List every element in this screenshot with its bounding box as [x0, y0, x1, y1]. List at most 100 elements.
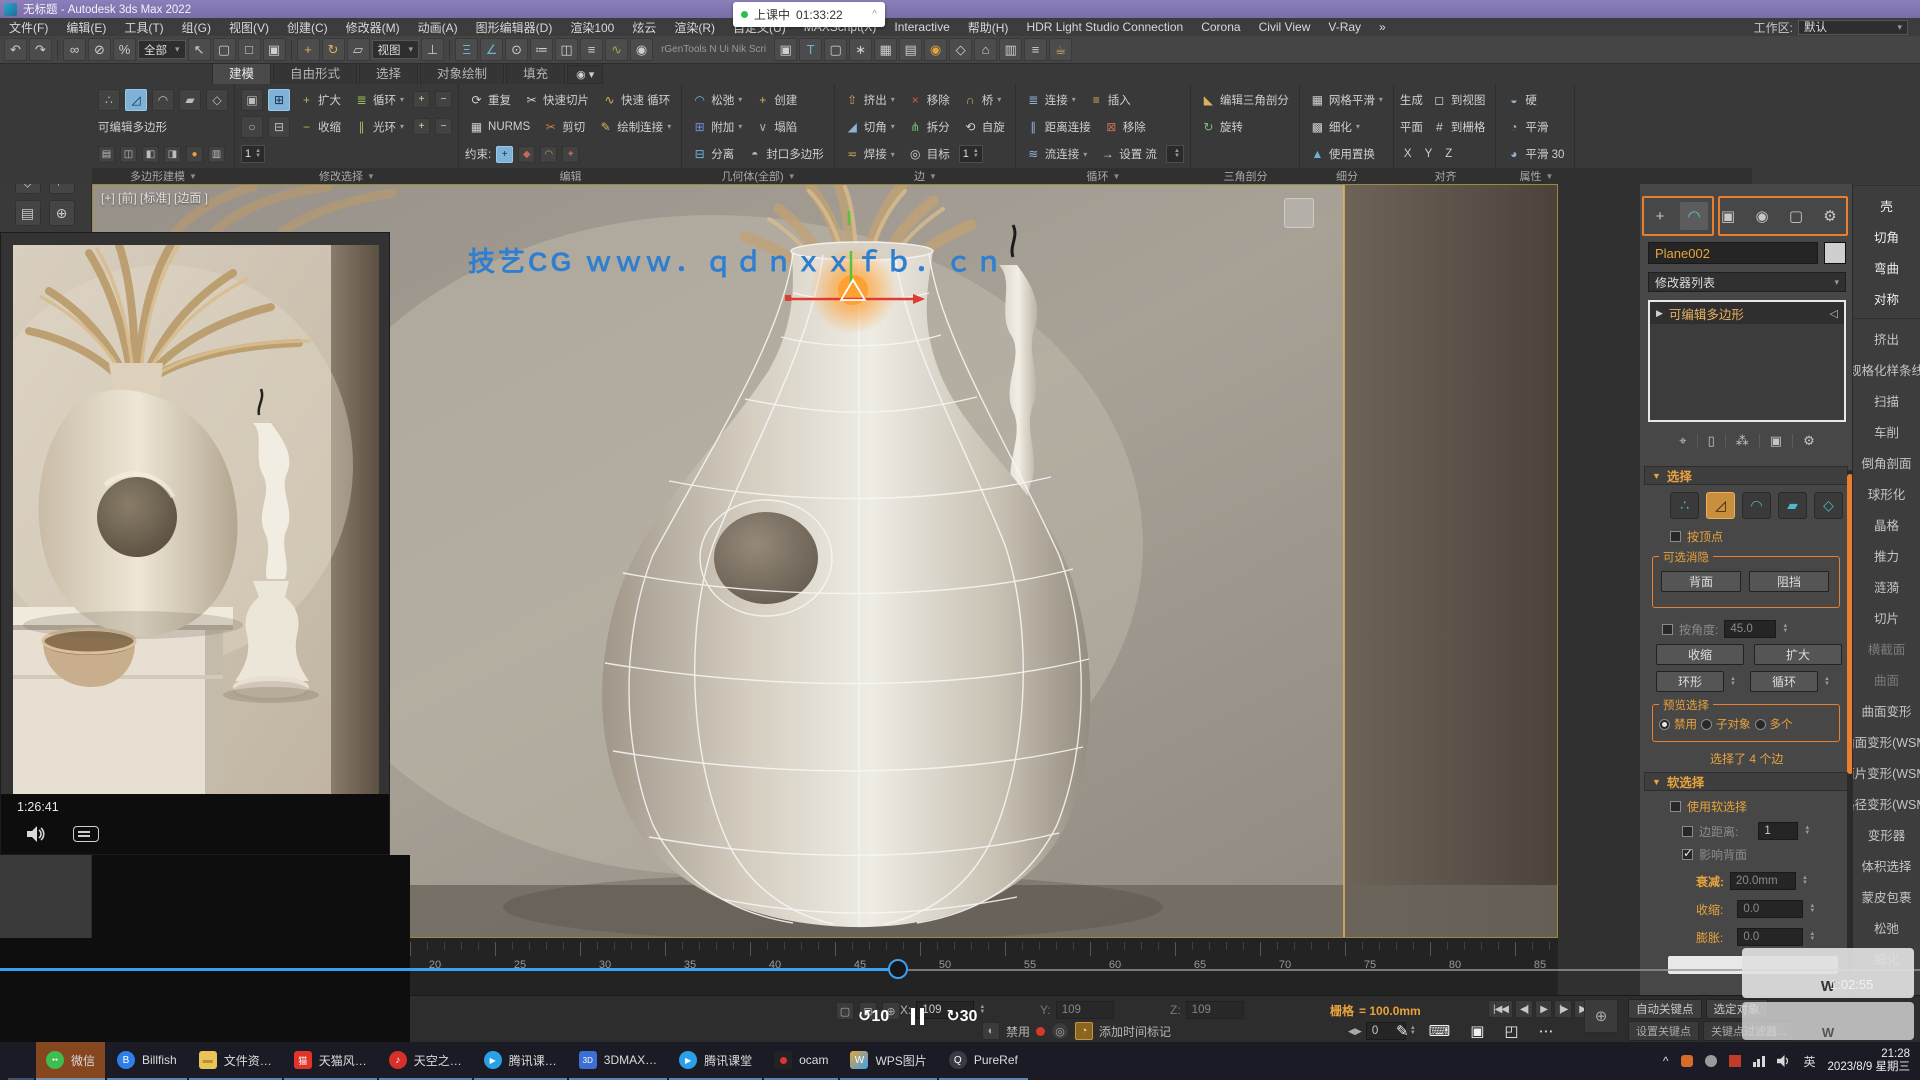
- toolbar-icon[interactable]: ▢: [213, 38, 236, 61]
- skip-forward-button[interactable]: ↻30: [946, 1006, 977, 1026]
- taskbar-item-tencent[interactable]: ▶腾讯课…: [474, 1042, 567, 1080]
- ribbon-group-label[interactable]: 边▼: [835, 168, 1016, 184]
- tray-mic-icon[interactable]: [1705, 1055, 1717, 1067]
- ribbon-group-label[interactable]: 属性▼: [1497, 168, 1576, 184]
- taskbar-item-billfish[interactable]: BBillfish: [107, 1042, 187, 1080]
- toolbar-icon[interactable]: ▣: [263, 38, 286, 61]
- playback-button[interactable]: |▶: [1554, 1000, 1572, 1018]
- modifier-strip-item[interactable]: 横截面: [1853, 633, 1920, 664]
- tessellate-button[interactable]: ▩细化▾: [1306, 115, 1364, 138]
- ribbon-group-label[interactable]: 多边形建模▼: [92, 168, 235, 184]
- modifier-strip-item[interactable]: 车削: [1853, 416, 1920, 447]
- toolbar-icon[interactable]: T: [799, 38, 822, 61]
- statusbar-icon[interactable]: ▢: [836, 1002, 854, 1020]
- loop-plus-icon[interactable]: +: [413, 91, 430, 108]
- flow-spinner[interactable]: ▲▼: [1166, 145, 1184, 163]
- taskbar-item-wechat[interactable]: ●●微信: [36, 1042, 105, 1080]
- align-grid-button[interactable]: #到栅格: [1428, 115, 1490, 138]
- hard-button[interactable]: ◒硬: [1502, 88, 1541, 111]
- modifier-stack[interactable]: ▶ 可编辑多边形 ◁: [1648, 300, 1846, 422]
- rollout-soft-selection[interactable]: ▼软选择: [1644, 772, 1848, 791]
- record-dot-icon[interactable]: [1036, 1027, 1045, 1036]
- paintconnect-button[interactable]: ✎绘制连接▾: [594, 115, 675, 138]
- pip-mode-icon[interactable]: ▣: [1470, 1022, 1484, 1040]
- toolbar-icon[interactable]: ◫: [555, 38, 578, 61]
- loop-button[interactable]: ≣循环▾: [350, 88, 408, 111]
- taskbar-item-tencent[interactable]: ▶腾讯课堂: [669, 1042, 762, 1080]
- modifier-strip-item[interactable]: 松弛: [1853, 912, 1920, 943]
- toolbar-icon[interactable]: %: [113, 38, 136, 61]
- vertex-icon[interactable]: ∴: [98, 89, 120, 111]
- object-color-swatch[interactable]: [1824, 242, 1846, 264]
- ribbon-group-label[interactable]: 对齐: [1394, 168, 1497, 184]
- workspace-dropdown[interactable]: 默认▾: [1798, 20, 1908, 35]
- edge-spinner[interactable]: 1▲▼: [959, 145, 983, 163]
- menu-item[interactable]: 图形编辑器(D): [467, 19, 562, 36]
- wheel-icon[interactable]: ◐: [982, 1022, 1000, 1040]
- by-vertex-checkbox[interactable]: 按顶点: [1670, 528, 1723, 545]
- video-progress-handle[interactable]: [888, 959, 908, 979]
- taskbar-item-pureref[interactable]: QPureRef: [939, 1042, 1028, 1080]
- toolbar-icon[interactable]: ◇: [949, 38, 972, 61]
- affect-backfacing-checkbox[interactable]: 影响背面: [1682, 846, 1747, 863]
- occlude-button[interactable]: 阻挡: [1749, 571, 1829, 592]
- menu-item[interactable]: 创建(C): [278, 19, 337, 36]
- toolbar-icon[interactable]: ↷: [29, 38, 52, 61]
- playback-button[interactable]: |◀◀: [1488, 1000, 1513, 1018]
- collapse-button[interactable]: ∨塌陷: [751, 115, 801, 138]
- toolbar-icon[interactable]: ▥: [999, 38, 1022, 61]
- toolbar-icon[interactable]: ◉: [924, 38, 947, 61]
- grow-button[interactable]: 扩大: [1754, 644, 1842, 665]
- menu-item[interactable]: 动画(A): [409, 19, 467, 36]
- menu-item[interactable]: »: [1370, 20, 1395, 34]
- rollout-selection[interactable]: ▼选择: [1644, 466, 1848, 485]
- keyboard-icon[interactable]: ⌨: [1429, 1022, 1451, 1040]
- use-displacement-button[interactable]: ▲使用置换: [1306, 143, 1379, 166]
- toolbar-icon[interactable]: ▢: [824, 38, 847, 61]
- loop-remove-button[interactable]: ⊠移除: [1100, 115, 1150, 138]
- modifier-strip-item[interactable]: 面片变形(WSM): [1853, 757, 1920, 788]
- time-tag-icon[interactable]: ◔: [1075, 1022, 1093, 1040]
- edge-distance-row[interactable]: 边距离: 1 ▲▼: [1682, 822, 1810, 840]
- menu-item[interactable]: 修改器(M): [337, 19, 409, 36]
- z-field[interactable]: 109: [1186, 1001, 1244, 1019]
- toolbar-icon[interactable]: +: [297, 38, 320, 61]
- nurms-button[interactable]: ▦NURMS: [465, 115, 534, 138]
- pause-button[interactable]: [911, 1008, 924, 1025]
- smooth30-button[interactable]: ◕平滑 30: [1502, 143, 1568, 166]
- taskbar-item-music[interactable]: ♪天空之…: [379, 1042, 472, 1080]
- poly-tool-icon[interactable]: ▤: [98, 146, 115, 163]
- loop-button[interactable]: 循环: [1750, 671, 1818, 692]
- menu-item[interactable]: 渲染100: [561, 19, 623, 36]
- annotate-pencil-icon[interactable]: ✎: [1396, 1022, 1409, 1040]
- modifier-strip-item[interactable]: 倒角剖面: [1853, 447, 1920, 478]
- shrink-button[interactable]: 收缩: [1656, 644, 1744, 665]
- ribbon-tab-icon[interactable]: ◉ ▾: [567, 65, 603, 84]
- extrude-button[interactable]: ⇧挤出▾: [841, 88, 899, 111]
- menu-item[interactable]: Civil View: [1250, 20, 1320, 34]
- modifier-strip-item[interactable]: 挤出: [1853, 323, 1920, 354]
- toolbar-icon[interactable]: ⊘: [88, 38, 111, 61]
- poly-tool-icon[interactable]: ◧: [142, 146, 159, 163]
- tray-app-icon[interactable]: [1681, 1055, 1693, 1067]
- split-button[interactable]: ⋔拆分: [904, 115, 954, 138]
- ribbon-group-label[interactable]: 三角剖分: [1191, 168, 1300, 184]
- grow-button[interactable]: +扩大: [295, 88, 345, 111]
- by-angle-row[interactable]: 按角度: 45.0 ▲▼: [1662, 620, 1788, 638]
- preview-subobject-radio[interactable]: [1701, 719, 1712, 730]
- vertex-subobject-icon[interactable]: ∴: [1670, 492, 1699, 519]
- auto-key-button[interactable]: 自动关键点: [1628, 999, 1702, 1019]
- quickslice-button[interactable]: ✂快速切片: [520, 88, 593, 111]
- toolbar-icon[interactable]: ↶: [4, 38, 27, 61]
- dot-icon[interactable]: ○: [241, 116, 263, 138]
- stack-tool-icon[interactable]: ⌖: [1679, 433, 1686, 449]
- toolbar-icon[interactable]: □: [238, 38, 261, 61]
- cut-button[interactable]: ✂剪切: [539, 115, 589, 138]
- ring-minus-icon[interactable]: −: [435, 118, 452, 135]
- toolbar-icon[interactable]: ▣: [774, 38, 797, 61]
- poly-tool-icon[interactable]: ◫: [120, 146, 137, 163]
- modifier-strip-item[interactable]: 球形化: [1853, 478, 1920, 509]
- smooth-button[interactable]: ◔平滑: [1502, 115, 1552, 138]
- align-view-button[interactable]: ◻到视图: [1428, 88, 1490, 111]
- menu-item[interactable]: 组(G): [173, 19, 220, 36]
